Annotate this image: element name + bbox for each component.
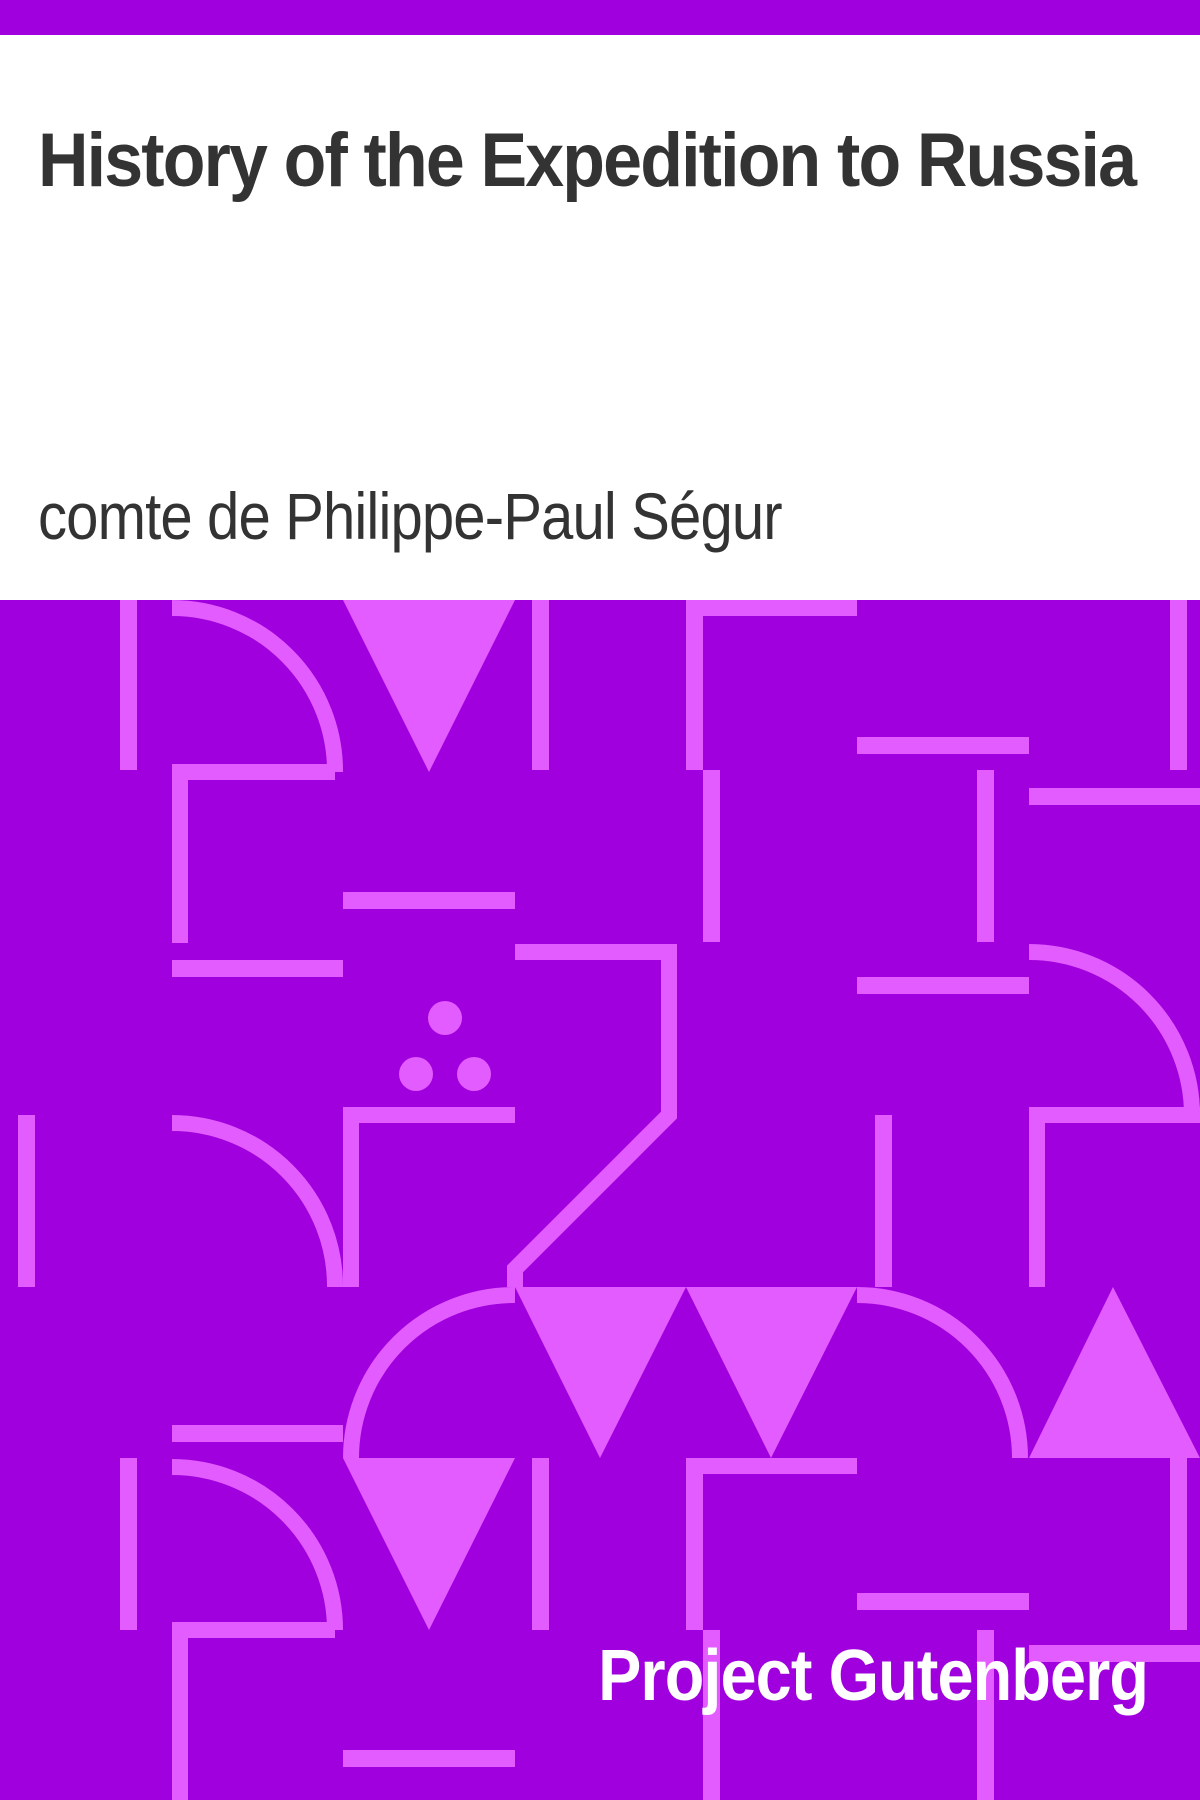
cover-pattern: [0, 600, 1200, 1800]
publisher-name: Project Gutenberg: [598, 1636, 1149, 1716]
book-title: History of the Expedition to Russia: [38, 118, 1137, 203]
book-author: comte de Philippe-Paul Ségur: [38, 479, 783, 553]
book-cover: History of the Expedition to Russia comt…: [0, 0, 1200, 1800]
top-color-band: [0, 0, 1200, 35]
cover-header: History of the Expedition to Russia comt…: [0, 35, 1200, 600]
